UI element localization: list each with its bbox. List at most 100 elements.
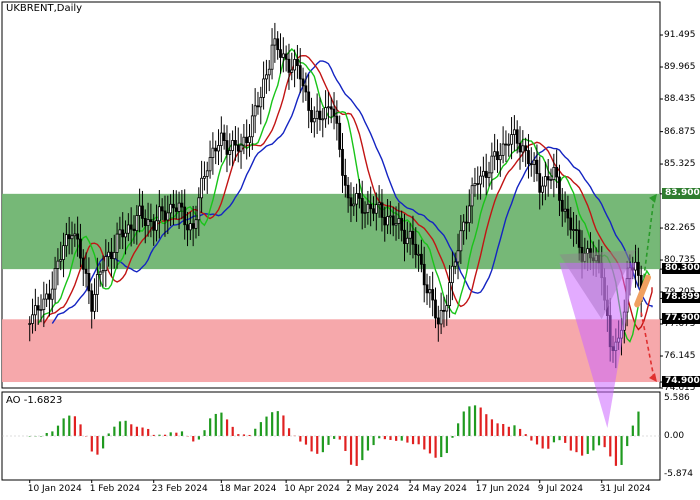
- ao-bar: [631, 425, 634, 436]
- candle: [343, 158, 347, 198]
- candle: [301, 67, 305, 103]
- price-axis-tick-label: 91.495: [664, 30, 696, 41]
- ao-bar: [411, 436, 415, 445]
- ao-bar: [51, 431, 54, 436]
- price-axis-tick-label: 86.875: [664, 126, 696, 137]
- candle: [267, 60, 271, 92]
- ao-bar: [614, 436, 618, 466]
- candle: [242, 123, 246, 155]
- ao-bar: [107, 433, 110, 436]
- ao-bar: [39, 436, 43, 437]
- price-axis-tick-label: 89.965: [664, 62, 696, 72]
- ao-bar: [90, 436, 93, 452]
- ao-value: -1.6823: [23, 395, 63, 406]
- ao-bar: [197, 436, 200, 440]
- ao-bar: [541, 436, 544, 449]
- candle: [253, 88, 257, 134]
- ao-bar: [101, 436, 105, 449]
- ao-bar: [259, 422, 262, 436]
- ao-bar: [620, 436, 623, 465]
- ao-bar: [468, 406, 471, 436]
- candle: [208, 140, 212, 179]
- ao-bar: [513, 425, 516, 436]
- ao-bar: [282, 415, 285, 436]
- ao-bar: [310, 436, 313, 452]
- candle: [245, 119, 249, 160]
- candle: [290, 52, 294, 81]
- time-axis-tick-label: 18 Mar 2024: [219, 484, 277, 494]
- candle: [324, 90, 327, 128]
- candle: [341, 133, 344, 193]
- ao-bar: [316, 436, 319, 454]
- ao-bar: [124, 420, 127, 436]
- ao-bar: [333, 436, 336, 439]
- candle: [203, 161, 206, 191]
- ao-label: AO: [6, 395, 21, 406]
- ao-bar: [180, 431, 184, 436]
- ao-bar: [462, 411, 465, 436]
- ao-bar: [434, 436, 437, 458]
- candle: [318, 97, 322, 131]
- ao-bar: [265, 416, 268, 436]
- candle: [484, 153, 488, 196]
- ao-bar: [361, 436, 364, 461]
- candle: [219, 116, 223, 163]
- candle: [332, 92, 336, 130]
- time-axis-tick-label: 10 Jan 2024: [27, 484, 82, 494]
- candle: [481, 156, 485, 188]
- ao-bar: [609, 436, 612, 457]
- ao-bar: [299, 436, 302, 442]
- ao-bar: [68, 415, 71, 436]
- candle: [262, 61, 266, 110]
- candle: [231, 130, 235, 167]
- ao-bar: [535, 436, 539, 445]
- ao-bar: [141, 427, 144, 436]
- ao-bar: [597, 436, 601, 446]
- ao-bar: [344, 436, 347, 451]
- ao-bar: [524, 434, 527, 436]
- ao-bar: [276, 411, 279, 436]
- candle: [428, 276, 432, 308]
- ao-bar: [304, 436, 308, 445]
- time-axis-tick-label: 17 Jun 2024: [475, 484, 530, 494]
- candle: [501, 126, 505, 164]
- ao-bar: [406, 436, 409, 443]
- ao-bar: [169, 432, 172, 436]
- ao-axis-tick-label: -5.874: [664, 469, 694, 479]
- candle: [546, 158, 550, 197]
- candle: [425, 273, 429, 306]
- time-axis-tick-label: 1 Feb 2024: [89, 484, 140, 494]
- candle: [310, 97, 313, 134]
- ao-bar: [575, 436, 578, 453]
- candle: [256, 91, 260, 115]
- time-axis-tick-label: 10 Apr 2024: [284, 484, 340, 494]
- ao-bar: [626, 436, 629, 447]
- candle: [524, 137, 528, 167]
- candle: [504, 130, 508, 163]
- ao-bar: [479, 407, 482, 436]
- price-axis-tick-label: 76.145: [664, 351, 696, 361]
- ao-bar: [73, 416, 77, 436]
- candle: [431, 271, 435, 317]
- ao-bar: [457, 423, 460, 436]
- price-chart[interactable]: [0, 0, 700, 500]
- candle: [45, 283, 49, 307]
- ao-bar: [135, 426, 138, 436]
- candle: [217, 129, 220, 166]
- ao-bar: [45, 432, 48, 436]
- ao-bar: [147, 428, 150, 436]
- candle: [236, 127, 240, 163]
- ao-bar: [338, 436, 341, 440]
- ao-bar: [440, 436, 443, 458]
- ao-bar: [603, 436, 606, 448]
- ao-bar: [592, 436, 595, 451]
- time-axis-tick-label: 2 May 2024: [346, 484, 400, 494]
- ao-bar: [349, 436, 353, 465]
- candle: [473, 167, 477, 197]
- candle: [507, 133, 511, 157]
- candle: [276, 31, 280, 60]
- ao-bar: [586, 436, 589, 454]
- ao-bar: [321, 436, 324, 453]
- ao-bar: [423, 436, 426, 450]
- ao-bar: [130, 424, 133, 436]
